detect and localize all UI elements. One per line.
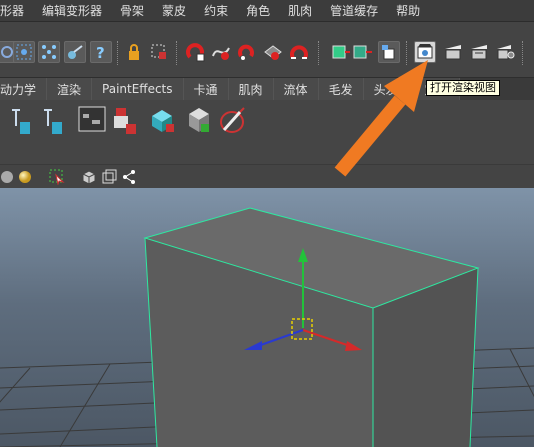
tab-hair[interactable]: 头发 (363, 78, 409, 100)
snap-grid-icon[interactable] (184, 41, 206, 63)
tab-paint-effects[interactable]: PaintEffects (92, 78, 184, 100)
tab-toon[interactable]: 卡通 (183, 78, 229, 100)
menu-item-help[interactable]: 帮助 (387, 2, 429, 19)
menu-item-deformer[interactable]: 形器 (0, 2, 33, 19)
tab-fur[interactable]: 毛发 (318, 78, 364, 100)
status-line: ? (0, 22, 534, 78)
viewport-scene (0, 207, 534, 447)
hypergraph-icon[interactable] (78, 106, 106, 132)
lock-icon[interactable] (123, 41, 145, 63)
render-settings-icon[interactable] (494, 41, 516, 63)
menu-item-character[interactable]: 角色 (237, 2, 279, 19)
lasso-icon[interactable] (13, 41, 35, 63)
help-icon[interactable]: ? (90, 41, 112, 63)
snap-curve-icon[interactable] (210, 41, 232, 63)
snap-live-icon[interactable] (288, 41, 310, 63)
menu-item-constrain[interactable]: 约束 (195, 2, 237, 19)
tab-fluids[interactable]: 流体 (273, 78, 319, 100)
render-view-tooltip: 打开渲染视图 (426, 80, 500, 96)
snap-plane-icon[interactable] (262, 41, 284, 63)
paint-weights-icon[interactable] (185, 106, 213, 136)
ik-spline-icon[interactable] (40, 106, 66, 136)
shelf-spacer (0, 148, 534, 164)
share-icon[interactable] (118, 166, 140, 188)
select-by-hierarchy-icon[interactable] (148, 41, 170, 63)
attribute-editor-icon[interactable] (378, 41, 400, 63)
shelf (0, 100, 534, 148)
cube-mesh (143, 207, 480, 447)
io-icon[interactable] (352, 41, 374, 63)
tab-dynamics[interactable]: 动力学 (0, 78, 48, 100)
menu-item-skin[interactable]: 蒙皮 (153, 2, 195, 19)
menu-item-edit-deformers[interactable]: 编辑变形器 (33, 2, 111, 19)
ipr-render-icon[interactable] (468, 41, 490, 63)
construction-history-icon[interactable] (330, 41, 352, 63)
smooth-icon[interactable] (64, 41, 86, 63)
paint-select-icon[interactable] (38, 41, 60, 63)
ik-handle-icon[interactable] (8, 106, 34, 136)
svg-text:?: ? (96, 44, 105, 61)
isolate-icon[interactable] (98, 166, 120, 188)
box-icon[interactable] (78, 166, 100, 188)
tab-muscle[interactable]: 肌肉 (228, 78, 274, 100)
menu-item-pipeline-cache[interactable]: 管道缓存 (321, 2, 387, 19)
menu-item-muscle[interactable]: 肌肉 (279, 2, 321, 19)
3d-viewport[interactable] (0, 188, 534, 447)
snap-point-icon[interactable] (236, 41, 258, 63)
render-current-icon[interactable] (442, 41, 464, 63)
set-key-icon[interactable] (112, 106, 140, 136)
menu-item-skeleton[interactable]: 骨架 (111, 2, 153, 19)
viewport-panel-toolbar (0, 164, 534, 188)
skin-bind-icon[interactable] (148, 106, 178, 136)
light-sphere-icon[interactable] (14, 166, 36, 188)
tab-rendering[interactable]: 渲染 (47, 78, 93, 100)
render-view-icon[interactable] (414, 41, 436, 63)
select-mode-icon[interactable] (46, 166, 68, 188)
paint-effects-icon[interactable] (218, 106, 246, 136)
menu-bar: 形器 编辑变形器 骨架 蒙皮 约束 角色 肌肉 管道缓存 帮助 (0, 0, 534, 22)
